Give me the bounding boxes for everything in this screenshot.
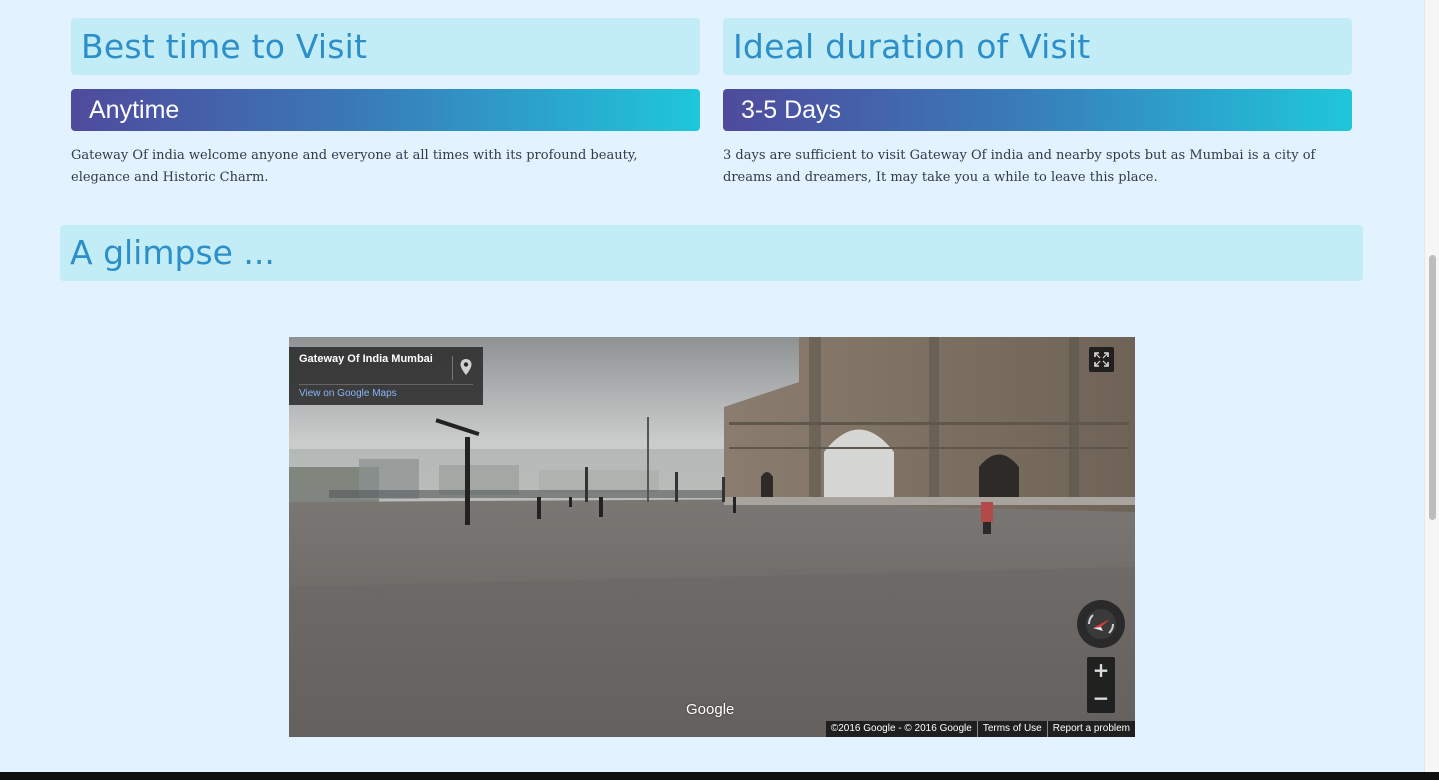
duration-heading: Ideal duration of Visit — [723, 18, 1352, 75]
compass-icon[interactable] — [1077, 600, 1125, 648]
page: Best time to Visit Anytime Gateway Of in… — [0, 0, 1424, 772]
infobox-divider — [452, 356, 453, 380]
duration-description: 3 days are sufficient to visit Gateway O… — [723, 148, 1316, 185]
fullscreen-icon[interactable] — [1089, 347, 1114, 372]
view-on-google-maps-link[interactable]: View on Google Maps — [299, 388, 397, 399]
place-title: Gateway Of India Mumbai — [299, 353, 433, 365]
report-problem-link[interactable]: Report a problem — [1046, 721, 1135, 737]
best-time-value: Anytime — [71, 89, 700, 131]
best-time-section: Best time to Visit Anytime Gateway Of in… — [71, 18, 700, 189]
best-time-heading: Best time to Visit — [71, 18, 700, 75]
duration-section: Ideal duration of Visit 3-5 Days 3 days … — [723, 18, 1352, 189]
glimpse-heading: A glimpse ... — [60, 225, 1363, 281]
best-time-description: Gateway Of india welcome anyone and ever… — [71, 148, 638, 185]
map-pin-icon[interactable] — [459, 358, 473, 380]
place-info-box: Gateway Of India Mumbai View on Google M… — [289, 347, 483, 405]
vertical-scrollbar[interactable] — [1424, 0, 1439, 772]
window-bottom-edge — [0, 772, 1439, 780]
google-logo: Google — [686, 701, 735, 718]
zoom-in-button[interactable]: + — [1087, 657, 1115, 685]
terms-of-use-link[interactable]: Terms of Use — [976, 721, 1047, 737]
duration-value: 3-5 Days — [723, 89, 1352, 131]
zoom-out-button[interactable]: − — [1087, 685, 1115, 713]
infobox-separator — [299, 384, 473, 385]
street-view-panorama[interactable]: Gateway Of India Mumbai View on Google M… — [289, 337, 1135, 737]
copyright-text: ©2016 Google - © 2016 Google — [830, 723, 972, 734]
scrollbar-thumb[interactable] — [1429, 255, 1436, 520]
attribution-bar: ©2016 Google - © 2016 Google Terms of Us… — [825, 721, 1135, 737]
